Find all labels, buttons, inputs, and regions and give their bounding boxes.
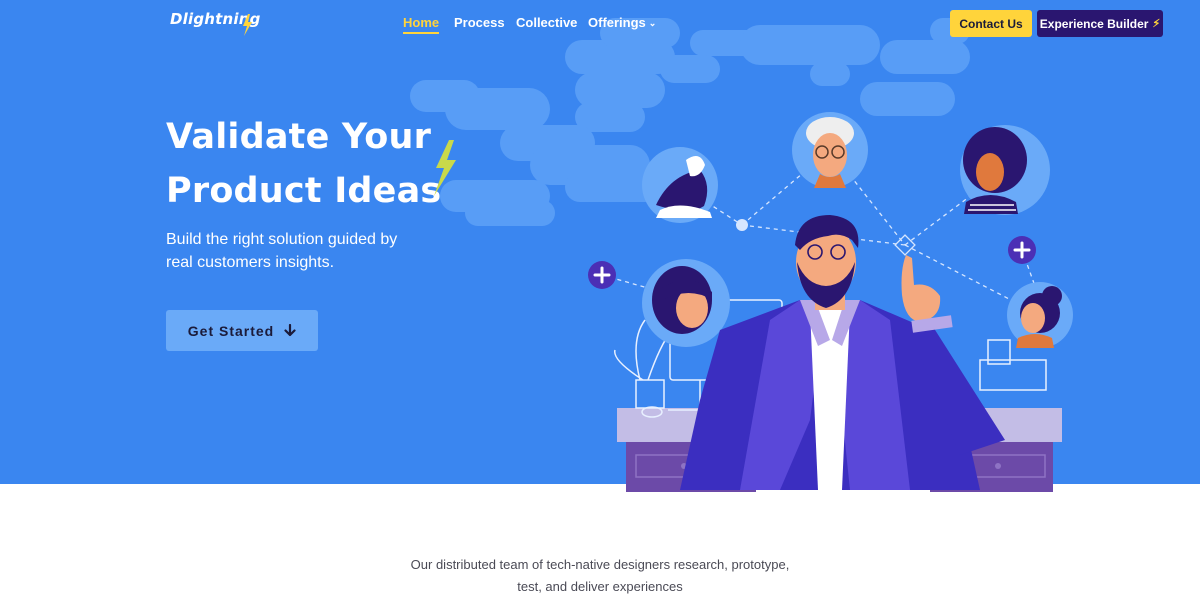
avatar-woman [642,259,730,347]
intro-tagline: Our distributed team of tech-native desi… [410,557,790,594]
avatar-curly-hair-woman [960,125,1050,215]
add-person-badge [588,261,616,289]
main-character [680,215,1005,490]
hero-illustration [588,112,1073,492]
avatar-elderly-person [792,112,868,188]
avatar-woman-bun [1007,282,1073,348]
avatar-profile-man [642,147,718,223]
network-node [736,219,748,231]
add-person-badge [1008,236,1036,264]
